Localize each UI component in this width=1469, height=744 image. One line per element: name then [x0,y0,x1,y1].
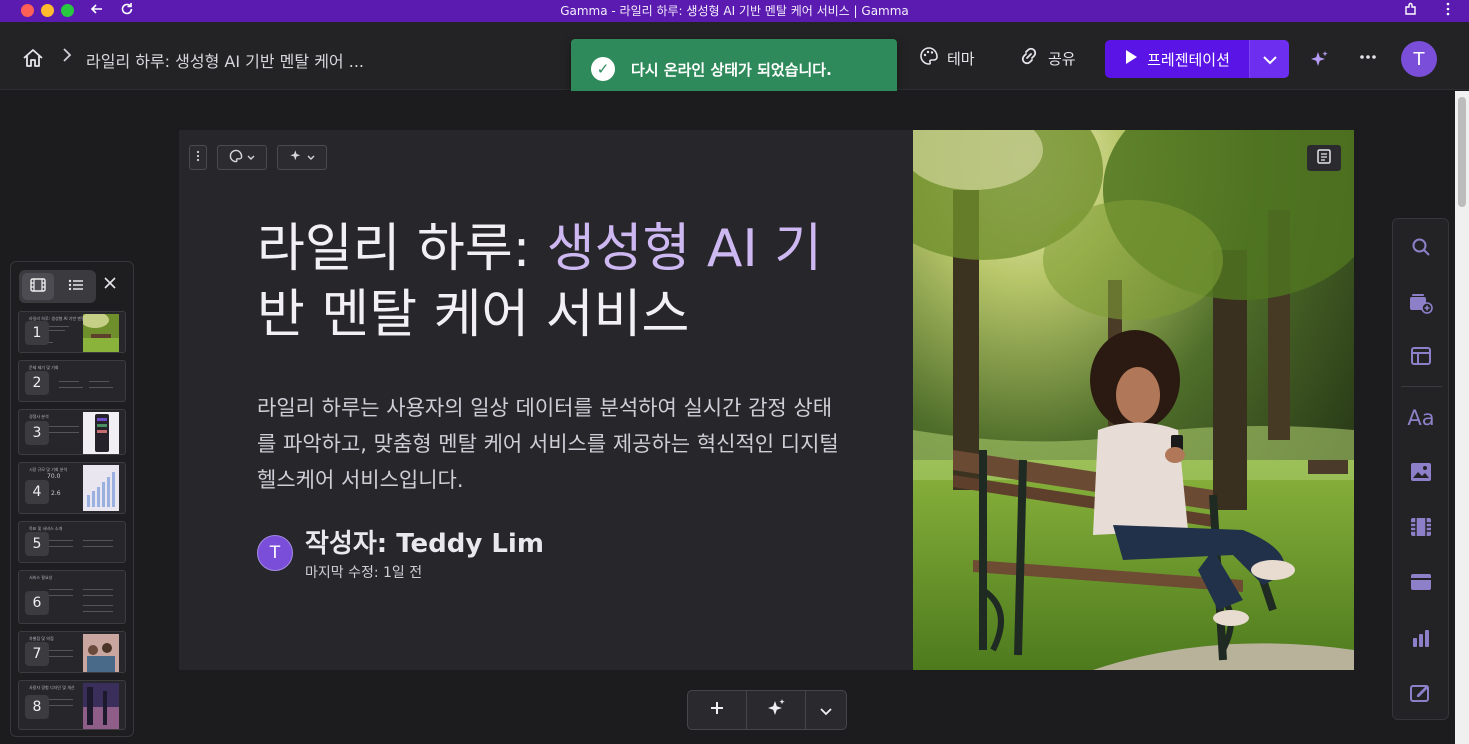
extension-icon[interactable] [1403,2,1418,22]
slide-title-highlight: 생성형 AI 기 [546,219,823,279]
window-menu-icon[interactable] [1446,2,1450,21]
theme-button[interactable]: 테마 [919,46,975,70]
present-button-group: 프레젠테이션 [1105,40,1289,78]
grid-view-button[interactable] [22,273,54,300]
home-icon[interactable] [22,48,44,68]
card-style-button[interactable] [217,145,267,170]
slide-thumbnail-6[interactable]: 서비스 필요성 6 [18,570,126,624]
list-view-button[interactable] [57,270,95,303]
thumbnail-stat: 70.0 [47,473,61,480]
slide-thumbnail-8[interactable]: 사용자 경험 디자인 및 개선 8 [18,680,126,730]
chevron-down-icon [307,151,315,164]
slide-card[interactable]: 라일리 하루: 생성형 AI 기 반 멘탈 케어 서비스 라일리 하루는 사용자… [179,130,1354,670]
online-toast: ✓ 다시 온라인 상태가 되었습니다. [571,39,897,99]
chevron-down-icon [247,151,255,164]
thumbnail-title: 사용자 경험 디자인 및 개선 [29,685,75,690]
sparkle-icon [766,698,786,722]
slide-number: 6 [25,591,49,615]
list-icon [68,277,84,296]
search-icon[interactable] [1408,234,1434,260]
present-dropdown-button[interactable] [1250,40,1289,78]
chevron-down-icon [820,701,832,720]
sparkle-icon [289,149,303,166]
slide-title[interactable]: 라일리 하루: 생성형 AI 기 반 멘탈 케어 서비스 [257,216,837,348]
chart-icon[interactable] [1408,625,1434,651]
slide-title-line2: 반 멘탈 케어 서비스 [257,285,690,345]
card-ai-button[interactable] [277,145,327,170]
slide-thumbnail-3[interactable]: 경쟁사 분석 3 [18,409,126,455]
more-add-options-button[interactable] [806,691,846,729]
card-menu-button[interactable] [189,145,207,170]
chevron-right-icon [62,47,72,67]
slide-title-part1: 라일리 하루: [257,219,547,279]
slide-number: 5 [25,532,49,556]
window-title: Gamma - 라일리 하루: 생성형 AI 기반 멘탈 케어 서비스 | Ga… [560,4,909,18]
insert-toolbar: Aa [1392,218,1449,720]
notes-icon [1317,148,1331,168]
video-icon[interactable] [1408,514,1434,540]
slide-number: 8 [25,695,49,719]
last-modified-text: 마지막 수정: 1일 전 [305,565,423,581]
thumbnail-title: 경쟁사 분석 [29,414,49,419]
theme-label: 테마 [947,49,975,68]
add-card-icon[interactable] [1408,290,1434,316]
present-label: 프레젠테이션 [1147,50,1230,69]
slide-thumbnail-4[interactable]: 시장 규모 및 기회 분석 70.0 2.6 4 [18,462,126,514]
ai-generate-button[interactable] [747,691,806,729]
scrollbar-thumb[interactable] [1458,97,1466,207]
slide-thumbnail-panel: 라일리 하루: 생성형 AI 기반 멘탈 1 문제 제기 및 기회 2 경쟁사 … [10,261,134,737]
author-avatar: T [257,535,293,571]
thumbnail-image [83,412,119,454]
image-note-button[interactable] [1307,145,1341,171]
slide-image[interactable] [913,130,1354,670]
thumbnail-image [83,465,119,511]
slide-description[interactable]: 라일리 하루는 사용자의 일상 데이터를 분석하여 실시간 감정 상태를 파악하… [257,390,847,498]
add-card-button[interactable] [688,691,747,729]
slide-thumbnail-2[interactable]: 문제 제기 및 기회 2 [18,360,126,402]
link-icon [1018,46,1040,70]
app-header: 라일리 하루: 생성형 AI 기반 멘탈 케어 ... ✓ 다시 온라인 상태가… [0,22,1469,99]
more-options-icon[interactable] [1359,44,1377,65]
slide-number: 4 [25,480,49,504]
vertical-scrollbar[interactable] [1455,91,1469,744]
slide-thumbnail-5[interactable]: 목표 및 서비스 소개 5 [18,521,126,563]
embed-icon[interactable] [1408,569,1434,595]
vertical-dots-icon [196,150,200,165]
slide-number: 7 [25,642,49,666]
ai-sparkle-icon[interactable] [1309,50,1329,74]
share-button[interactable]: 공유 [1018,46,1076,70]
window-titlebar: Gamma - 라일리 하루: 생성형 AI 기반 멘탈 케어 서비스 | Ga… [0,0,1469,22]
text-icon[interactable]: Aa [1406,405,1436,431]
check-circle-icon: ✓ [591,57,615,81]
thumbnail-title: 서비스 필요성 [29,575,53,580]
slide-number: 2 [25,371,49,395]
slide-thumbnail-1[interactable]: 라일리 하루: 생성형 AI 기반 멘탈 1 [18,311,126,353]
play-icon [1124,49,1138,69]
breadcrumb[interactable]: 라일리 하루: 생성형 AI 기반 멘탈 케어 ... [86,48,364,72]
thumbnail-stat: 2.6 [51,490,61,497]
author-name[interactable]: 작성자: Teddy Lim [305,523,544,560]
slide-thumbnail-7[interactable]: 차별점 및 약점 7 [18,631,126,673]
present-button[interactable]: 프레젠테이션 [1105,40,1250,78]
film-icon [30,277,46,296]
view-toggle [19,270,96,303]
thumbnail-image [83,314,119,352]
share-label: 공유 [1048,49,1076,68]
slide-number: 1 [25,321,49,345]
thumbnail-image [83,683,119,729]
slide-number: 3 [25,421,49,445]
chevron-down-icon [1262,50,1278,69]
close-icon[interactable] [104,274,116,293]
edit-icon[interactable] [1408,679,1434,705]
palette-icon [229,149,243,166]
toast-message: 다시 온라인 상태가 되었습니다. [631,60,832,79]
image-icon[interactable] [1408,459,1434,485]
thumbnail-image [83,634,119,672]
layout-icon[interactable] [1408,343,1434,369]
user-avatar[interactable]: T [1401,41,1437,77]
plus-icon [709,700,725,720]
add-card-bar [687,690,847,730]
card-toolbar [189,145,327,170]
palette-icon [919,46,939,70]
